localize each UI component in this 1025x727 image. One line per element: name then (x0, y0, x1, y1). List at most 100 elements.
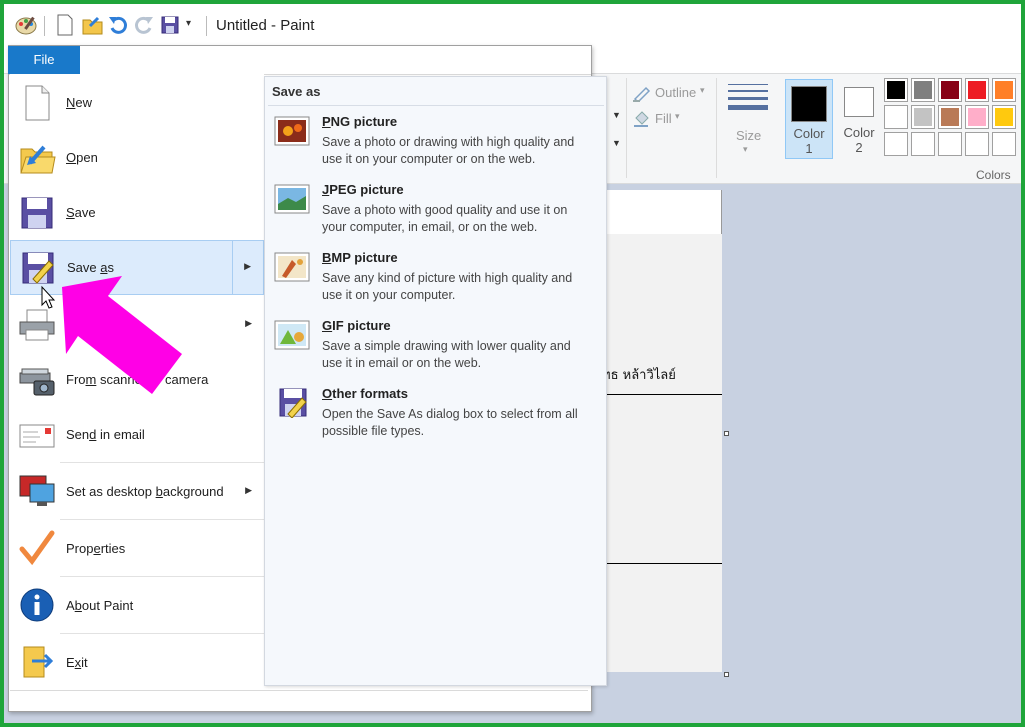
save-as-jpeg[interactable]: JPEG picture Save a photo with good qual… (268, 180, 604, 244)
palette-color-swatch[interactable] (992, 78, 1016, 102)
email-envelope-icon (19, 424, 55, 448)
size-label[interactable]: Size (736, 128, 761, 143)
menu-item-from-scanner[interactable]: From scanner or camera (10, 355, 264, 405)
window-title: Untitled - Paint (216, 17, 315, 34)
menu-item-properties[interactable]: Properties (10, 523, 264, 575)
gif-title: GIF picture (322, 318, 391, 333)
outline-brush-icon[interactable] (632, 84, 652, 102)
size-chevron-icon[interactable]: ▾ (743, 144, 748, 155)
submenu-arrow-icon: ▶ (245, 318, 252, 328)
menu-divider (60, 462, 264, 463)
other-formats-icon (279, 388, 307, 418)
info-icon (20, 588, 54, 622)
resize-handle-right[interactable] (724, 431, 729, 436)
palette-color-swatch[interactable] (965, 132, 989, 156)
menu-divider (60, 576, 264, 577)
color1-label: Color (793, 126, 825, 141)
undo-icon[interactable] (108, 14, 128, 36)
resize-handle-corner[interactable] (724, 672, 729, 677)
palette-color-swatch[interactable] (992, 105, 1016, 129)
outline-chevron-icon[interactable]: ▾ (700, 85, 705, 96)
size-lines-icon[interactable] (728, 84, 768, 114)
new-file-icon[interactable] (56, 14, 74, 36)
ribbon-separator (716, 78, 717, 178)
color2-label: Color (843, 125, 875, 140)
gif-picture-icon (274, 320, 310, 350)
color1-button[interactable]: Color 1 (785, 79, 833, 159)
menu-label-open: Open (66, 150, 98, 165)
menu-label-exit: Exit (66, 655, 88, 670)
scanner-camera-icon (19, 368, 55, 396)
redo-icon[interactable] (134, 14, 154, 36)
fill-label[interactable]: Fill (655, 111, 672, 126)
menu-label-send-email: Send in email (66, 427, 145, 442)
bmp-picture-icon (274, 252, 310, 282)
palette-color-swatch[interactable] (911, 132, 935, 156)
color1-number: 1 (805, 141, 813, 156)
outline-label[interactable]: Outline (655, 85, 696, 100)
menu-divider (60, 519, 264, 520)
palette-color-swatch[interactable] (938, 132, 962, 156)
menu-item-save-as[interactable]: Save as ▶ (10, 240, 264, 295)
palette-color-swatch[interactable] (965, 105, 989, 129)
save-as-other-formats[interactable]: Other formats Open the Save As dialog bo… (268, 384, 604, 448)
fill-bucket-icon[interactable] (632, 108, 652, 128)
menu-label-desktop-background: Set as desktop background (66, 484, 224, 499)
palette-color-swatch[interactable] (992, 132, 1016, 156)
paint-app-icon[interactable] (14, 14, 38, 36)
menu-label-save: Save (66, 205, 96, 220)
color2-button[interactable]: Color 2 (835, 79, 883, 159)
printer-icon (19, 309, 55, 341)
customize-qa-chevron-icon[interactable]: ▾ (186, 18, 191, 29)
color1-swatch (791, 86, 827, 122)
palette-color-swatch[interactable] (884, 78, 908, 102)
submenu-title-divider (268, 105, 604, 106)
menu-label-about-paint: About Paint (66, 598, 134, 613)
menu-label-from-scanner: From scanner or camera (66, 372, 209, 387)
title-separator (206, 16, 207, 36)
save-as-icon (22, 252, 54, 284)
menu-item-print[interactable]: ▶ (10, 298, 264, 353)
palette-color-swatch[interactable] (965, 78, 989, 102)
canvas-text: ทธ หล้าวิไลย์ (602, 368, 676, 383)
palette-color-swatch[interactable] (911, 78, 935, 102)
png-title: PNG picture (322, 114, 398, 129)
palette-color-swatch[interactable] (911, 105, 935, 129)
menu-divider (60, 633, 264, 634)
save-as-png[interactable]: PNG picture Save a photo or drawing with… (268, 112, 604, 176)
canvas-line (600, 563, 722, 564)
ribbon-separator (626, 78, 627, 178)
save-disk-icon[interactable] (160, 14, 180, 36)
palette-color-swatch[interactable] (884, 105, 908, 129)
palette-color-swatch[interactable] (938, 105, 962, 129)
menu-item-new[interactable]: New (10, 78, 264, 128)
gif-description: Save a simple drawing with lower quality… (322, 339, 571, 370)
menu-label-properties: Properties (66, 541, 126, 556)
menu-label-new: New (66, 95, 93, 110)
color2-swatch (844, 87, 874, 117)
other-formats-description: Open the Save As dialog box to select fr… (322, 407, 578, 438)
submenu-separator (232, 241, 233, 294)
fill-chevron-icon[interactable]: ▾ (675, 111, 680, 122)
menu-item-about-paint[interactable]: About Paint (10, 580, 264, 632)
menu-item-exit[interactable]: Exit (10, 637, 264, 689)
save-as-bmp[interactable]: BMP picture Save any kind of picture wit… (268, 248, 604, 312)
menu-bottom-line (10, 690, 588, 691)
palette-color-swatch[interactable] (884, 132, 908, 156)
color2-number: 2 (855, 140, 863, 155)
other-formats-title: Other formats (322, 386, 408, 401)
palette-color-swatch[interactable] (938, 78, 962, 102)
menu-item-save[interactable]: Save (10, 188, 264, 238)
menu-item-desktop-background[interactable]: Set as desktop background ▶ (10, 466, 264, 518)
open-folder-icon (20, 145, 56, 174)
bmp-description: Save any kind of picture with high quali… (322, 271, 573, 302)
submenu-arrow-icon: ▶ (244, 261, 251, 271)
shapes-scroll[interactable]: ▼ ▼ (608, 80, 626, 156)
menu-item-send-email[interactable]: Send in email (10, 410, 264, 460)
checkmark-icon (19, 530, 55, 566)
menu-item-open[interactable]: Open (10, 133, 264, 183)
jpeg-picture-icon (274, 184, 310, 214)
save-as-gif[interactable]: GIF picture Save a simple drawing with l… (268, 316, 604, 380)
file-tab[interactable]: File (8, 46, 80, 74)
open-folder-icon[interactable] (82, 14, 104, 36)
